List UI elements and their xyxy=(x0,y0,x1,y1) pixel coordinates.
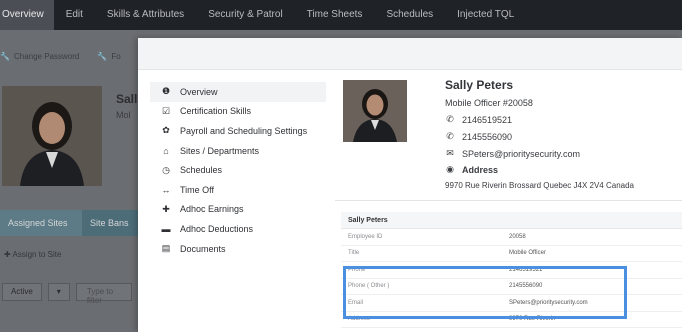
top-navigation: Overview Edit Skills & Attributes Securi… xyxy=(0,0,682,30)
tab-skills-attributes[interactable]: Skills & Attributes xyxy=(95,0,196,30)
house-icon: ⌂ xyxy=(163,145,169,156)
sidebar-item-label: Overview xyxy=(180,86,218,97)
profile-address-label: ◉ Address xyxy=(446,164,499,175)
wrench-icon: 🔧 xyxy=(0,52,10,61)
person-photo-icon xyxy=(343,80,407,142)
clock-icon: ◷ xyxy=(162,164,170,175)
arrows-icon: ↔ xyxy=(161,184,171,195)
checkbox-icon: ☑ xyxy=(161,105,171,116)
modal-header xyxy=(138,38,682,70)
sidebar-item-time-off[interactable]: ↔ Time Off xyxy=(150,180,326,200)
profile-address: 9970 Rue Riverin Brossard Quebec J4X 2V4… xyxy=(445,181,634,190)
table-row: Employee ID 20058 xyxy=(341,229,682,246)
sidebar-item-adhoc-deductions[interactable]: ▬ Adhoc Deductions xyxy=(150,219,326,239)
minus-icon: ▬ xyxy=(161,223,171,234)
document-icon: ▤ xyxy=(161,243,171,254)
change-password-link[interactable]: 🔧 Change Password xyxy=(0,52,79,61)
profile-phone-other: ✆ 2145556090 xyxy=(446,131,513,142)
avatar xyxy=(343,80,407,142)
tab-security-patrol[interactable]: Security & Patrol xyxy=(196,0,294,30)
sidebar-item-label: Adhoc Deductions xyxy=(180,223,254,234)
sidebar-item-schedules[interactable]: ◷ Schedules xyxy=(150,160,326,180)
row-key: Title xyxy=(348,250,360,257)
tab-injected-tql[interactable]: Injected TQL xyxy=(445,0,526,30)
background-name: Sall xyxy=(116,92,138,106)
row-key: Employee ID xyxy=(348,233,383,240)
globe-icon: ◉ xyxy=(446,164,454,174)
sidebar-item-sites-departments[interactable]: ⌂ Sites / Departments xyxy=(150,141,326,161)
sidebar-item-label: Schedules xyxy=(180,165,223,176)
assign-to-site-link[interactable]: ✚ Assign to Site xyxy=(4,250,61,259)
background-actions: 🔧 Change Password 🔧 Fo xyxy=(0,52,121,61)
tab-overview[interactable]: Overview xyxy=(0,0,54,30)
background-subtitle: Mol xyxy=(116,110,131,120)
sidebar-item-label: Adhoc Earnings xyxy=(180,204,244,215)
background-avatar xyxy=(2,86,102,186)
modal-sidebar-menu: ❶ Overview ☑ Certification Skills ✿ Payr… xyxy=(150,82,326,258)
highlight-box xyxy=(343,266,627,319)
status-filter-caret[interactable]: ▾ xyxy=(47,283,70,301)
table-title: Sally Peters xyxy=(341,212,682,229)
tab-edit[interactable]: Edit xyxy=(54,0,95,30)
chevron-down-icon: ▾ xyxy=(56,287,61,296)
table-row: Title Mobile Officer xyxy=(341,246,682,262)
profile-title: Mobile Officer #20058 xyxy=(445,98,533,108)
sidebar-item-overview[interactable]: ❶ Overview xyxy=(150,82,326,102)
info-circle-icon: ❶ xyxy=(161,86,171,97)
filter-input[interactable]: Type to filter xyxy=(75,283,132,305)
background-filter-bar: Active ▾ Type to filter xyxy=(2,283,132,305)
gear-icon: ✿ xyxy=(162,125,170,136)
plus-icon: ✚ xyxy=(162,203,170,214)
sidebar-item-label: Documents xyxy=(180,243,226,254)
envelope-icon: ✉ xyxy=(446,148,454,158)
sidebar-item-label: Time Off xyxy=(180,184,215,195)
row-value: 20058 xyxy=(509,233,526,240)
profile-email[interactable]: ✉ SPeters@prioritysecurity.com xyxy=(445,148,580,159)
profile-phone-primary: ✆ 2146519521 xyxy=(446,114,513,125)
tab-schedules[interactable]: Schedules xyxy=(374,0,445,30)
section-divider xyxy=(335,200,682,201)
wrench-icon: 🔧 xyxy=(97,52,108,61)
employee-modal: ❶ Overview ☑ Certification Skills ✿ Payr… xyxy=(138,38,682,332)
sidebar-item-certification-skills[interactable]: ☑ Certification Skills xyxy=(150,102,326,122)
person-photo-icon xyxy=(2,86,102,186)
tab-time-sheets[interactable]: Time Sheets xyxy=(295,0,375,30)
sidebar-item-label: Payroll and Scheduling Settings xyxy=(180,125,308,136)
sidebar-item-adhoc-earnings[interactable]: ✚ Adhoc Earnings xyxy=(150,200,326,220)
row-value: Mobile Officer xyxy=(509,250,546,257)
tab-site-bans[interactable]: Site Bans xyxy=(82,210,138,236)
tab-assigned-sites[interactable]: Assigned Sites xyxy=(0,210,82,236)
phone-icon: ✆ xyxy=(446,131,454,141)
sidebar-item-label: Certification Skills xyxy=(180,106,252,117)
sidebar-item-payroll-scheduling[interactable]: ✿ Payroll and Scheduling Settings xyxy=(150,121,326,141)
profile-name: Sally Peters xyxy=(445,78,514,92)
background-action-link[interactable]: 🔧 Fo xyxy=(97,52,120,61)
status-filter-dropdown[interactable]: Active xyxy=(2,283,42,301)
sidebar-item-label: Sites / Departments xyxy=(180,145,260,156)
sidebar-item-documents[interactable]: ▤ Documents xyxy=(150,239,326,259)
phone-icon: ✆ xyxy=(446,114,454,124)
background-tabs: Assigned Sites Site Bans xyxy=(0,210,138,236)
